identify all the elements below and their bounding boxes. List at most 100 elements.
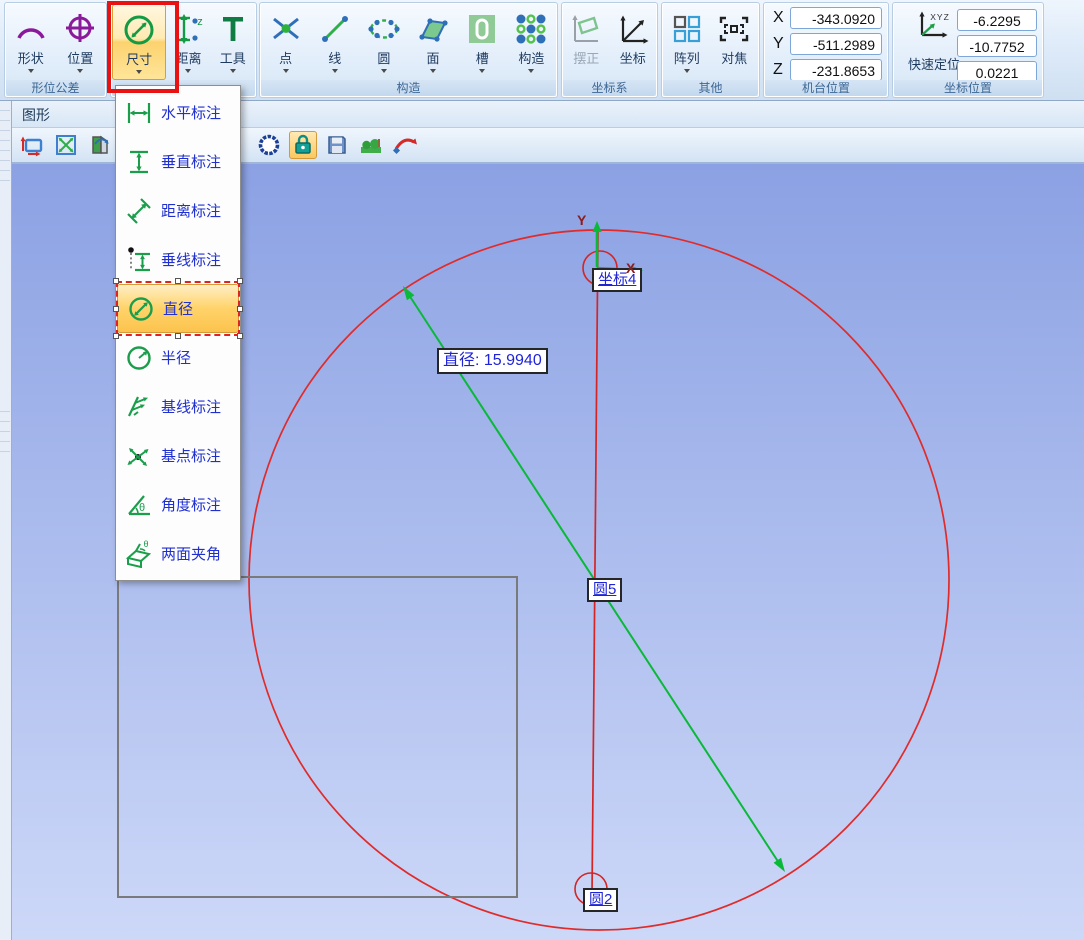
machine-y-value: -511.2989 (790, 33, 882, 55)
svg-text:z: z (198, 16, 204, 28)
construct-button[interactable]: 构造 (509, 4, 554, 80)
plane-button[interactable]: 面 (411, 4, 456, 80)
label-diameter-value[interactable]: 直径: 15.9940 (437, 348, 548, 374)
svg-text:θ: θ (143, 540, 148, 549)
array-label: 阵列 (674, 51, 700, 66)
chevron-down-icon (381, 69, 387, 76)
array-button[interactable]: 阵列 (664, 4, 709, 80)
angle-dim-icon: θ (123, 491, 155, 519)
slot-label: 槽 (476, 51, 489, 66)
basepoint-dim-icon (123, 442, 155, 470)
chevron-down-icon (136, 70, 142, 77)
tools-t-icon (216, 7, 250, 51)
chevron-down-icon (283, 69, 289, 76)
machine-z-row: Z -231.8653 (773, 58, 882, 82)
diameter-icon (125, 295, 157, 323)
menu-item-baseline-dim[interactable]: 基线标注 (116, 382, 240, 431)
label-circle5[interactable]: 圆5 (587, 578, 622, 602)
machine-x-row: X -343.0920 (773, 6, 882, 30)
shape-tolerance-button[interactable]: 形状 (7, 4, 55, 80)
ribbon-group-dimension: 尺寸 z 距离 工具 (110, 2, 257, 98)
baseline-dim-icon (123, 393, 155, 421)
coordinate-button[interactable]: 坐标 (610, 4, 655, 80)
ribbon-group-coordinate-position: XYZ 快速定位 -6.2295 -10.7752 0.0221 坐标位置 (892, 2, 1044, 98)
circle-label: 圆 (377, 51, 390, 66)
group-label-coordinate-position: 坐标位置 (894, 80, 1042, 96)
menu-item-diameter[interactable]: 直径 (117, 284, 239, 333)
diameter-circle-icon (120, 8, 158, 52)
scene-button[interactable] (357, 131, 385, 159)
pan-view-button[interactable] (18, 131, 46, 159)
ribbon-group-machine-position: X -343.0920 Y -511.2989 Z -231.8653 机台位置 (763, 2, 889, 98)
canvas-axis-y-letter: Y (577, 212, 586, 228)
coordpos-value-2: -10.7752 (957, 35, 1037, 57)
point-button[interactable]: 点 (263, 4, 308, 80)
save-floppy-icon (325, 133, 349, 157)
dimension-arrowhead-end (774, 858, 785, 872)
point-icon (268, 7, 304, 51)
position-tolerance-button[interactable]: 位置 (56, 4, 104, 80)
distance-button[interactable]: z 距离 (166, 4, 210, 80)
flip-view-icon (87, 132, 113, 158)
dimension-label: 尺寸 (126, 52, 152, 67)
machine-z-value: -231.8653 (790, 59, 882, 81)
redo-arrow-icon (391, 132, 419, 158)
focus-brackets-icon (715, 7, 753, 51)
dimension-arrowhead-start (403, 286, 414, 300)
chevron-down-icon (479, 69, 485, 76)
ribbon-group-other: 阵列 对焦 其他 (661, 2, 760, 98)
chevron-down-icon (528, 69, 534, 76)
z-axis-label: Z (773, 61, 790, 79)
zoom-fit-button[interactable] (52, 131, 80, 159)
canvas-axis-x-letter: X (626, 260, 635, 276)
construct-cluster-icon (512, 7, 550, 51)
menu-item-vertical-dim[interactable]: 垂直标注 (116, 137, 240, 186)
circle-button[interactable]: 圆 (361, 4, 406, 80)
align-icon (568, 7, 604, 51)
line-icon (317, 7, 353, 51)
label-circle2[interactable]: 圆2 (583, 888, 618, 912)
polygon-circle-icon (256, 132, 282, 158)
focus-label: 对焦 (721, 51, 747, 66)
menu-item-horizontal-dim[interactable]: 水平标注 (116, 88, 240, 137)
shape-label: 形状 (18, 51, 44, 66)
save-button[interactable] (323, 131, 351, 159)
application-window: 形状 位置 形位公差 尺寸 (0, 0, 1084, 940)
chevron-down-icon (430, 69, 436, 76)
ribbon-group-tolerance: 形状 位置 形位公差 (4, 2, 107, 98)
menu-item-dihedral-angle[interactable]: θ 两面夹角 (116, 529, 240, 578)
ribbon-group-construct: 点 线 圆 (259, 2, 558, 98)
redo-rotate-button[interactable] (391, 131, 419, 159)
menu-item-angle-dim[interactable]: θ 角度标注 (116, 480, 240, 529)
red-centerline[interactable] (592, 231, 598, 895)
polygon-circle-button[interactable] (255, 131, 283, 159)
lock-button[interactable] (289, 131, 317, 159)
construct-label: 构造 (518, 51, 544, 66)
menu-item-radius[interactable]: 半径 (116, 333, 240, 382)
chevron-down-icon (77, 69, 83, 76)
tools-button[interactable]: 工具 (211, 4, 255, 80)
tab-graphics[interactable]: 图形 (22, 105, 50, 125)
dimension-button[interactable]: 尺寸 (112, 4, 166, 80)
line-button[interactable]: 线 (312, 4, 357, 80)
array-grid-icon (670, 7, 704, 51)
distance-dim-icon (123, 197, 155, 225)
flip-view-button[interactable] (86, 131, 114, 159)
menu-item-perpline-dim[interactable]: 垂线标注 (116, 235, 240, 284)
group-label-machine-position: 机台位置 (765, 80, 887, 96)
menu-item-distance-dim[interactable]: 距离标注 (116, 186, 240, 235)
y-axis-label: Y (773, 35, 790, 53)
vertical-dim-icon (123, 148, 155, 176)
pan-view-icon (19, 132, 45, 158)
coord-y-arrowhead (593, 221, 602, 232)
point-label: 点 (279, 51, 292, 66)
slot-button[interactable]: 槽 (460, 4, 505, 80)
machine-y-row: Y -511.2989 (773, 32, 882, 56)
horizontal-dim-icon (123, 99, 155, 127)
coordinate-axes-icon (615, 7, 651, 51)
position-label: 位置 (67, 51, 93, 66)
focus-button[interactable]: 对焦 (712, 4, 757, 80)
menu-item-basepoint-dim[interactable]: 基点标注 (116, 431, 240, 480)
x-axis-label: X (773, 9, 790, 27)
gray-rectangle[interactable] (118, 577, 517, 897)
